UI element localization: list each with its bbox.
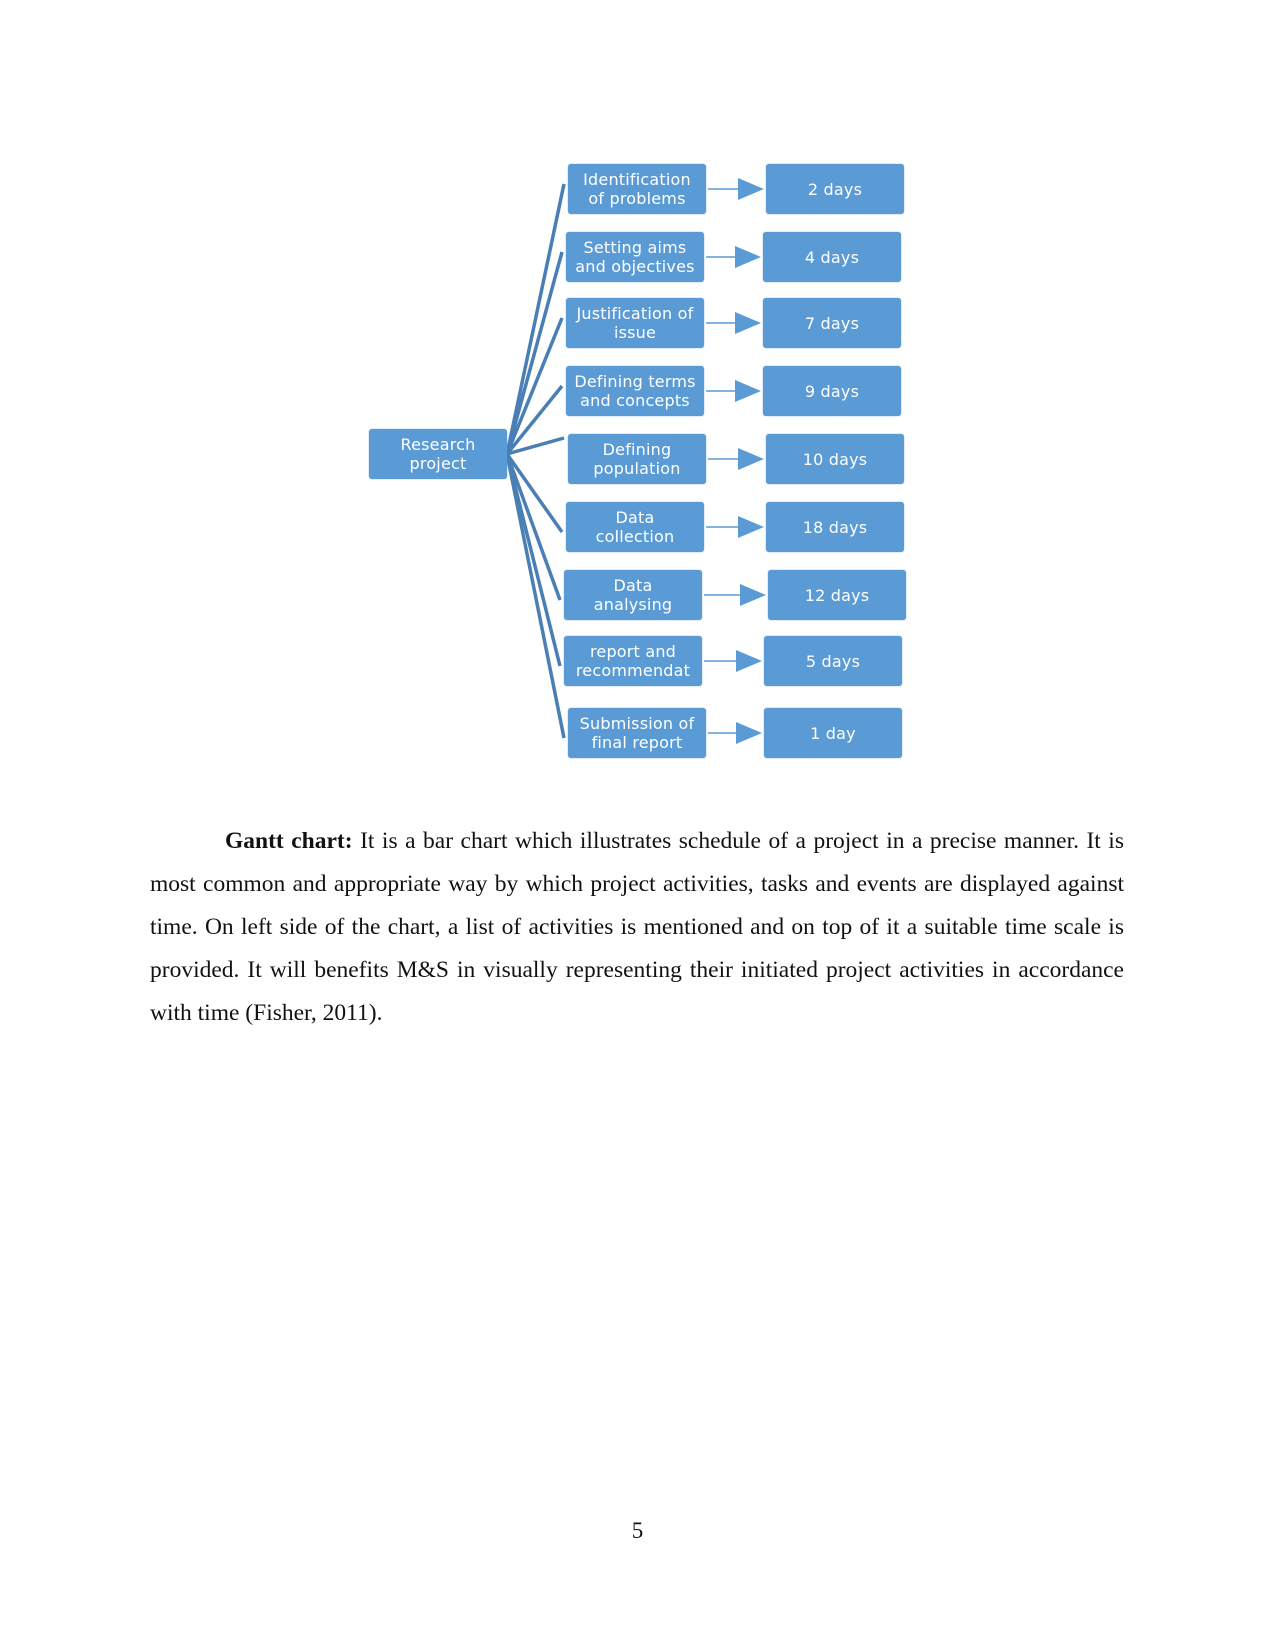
research-project-diagram: Research project Identification of probl…	[0, 0, 1275, 780]
duration-label: 9 days	[804, 381, 860, 401]
root-label: Research project	[400, 435, 476, 473]
task-node: Submission of final report	[568, 708, 706, 758]
duration-label: 1 day	[810, 723, 856, 743]
duration-node: 2 days	[766, 164, 904, 214]
arrow-head-icon	[736, 650, 762, 672]
duration-label: 4 days	[804, 247, 860, 267]
duration-node: 10 days	[766, 434, 904, 484]
duration-label: 12 days	[804, 585, 870, 605]
paragraph-body: It is a bar chart which illustrates sche…	[150, 828, 1124, 1026]
root-node-research-project: Research project	[369, 429, 507, 479]
arrow-head-icon	[735, 246, 761, 268]
arrow-head-icon	[738, 516, 764, 538]
task-node: Justification of issue	[566, 298, 704, 348]
arrow-head-icon	[735, 312, 761, 334]
task-node: Setting aims and objectives	[566, 232, 704, 282]
task-label: Justification of issue	[576, 304, 694, 342]
arrow-head-icon	[738, 448, 764, 470]
task-label: Data collection	[595, 508, 675, 546]
task-label: Setting aims and objectives	[575, 238, 695, 276]
task-node: report and recommendat	[564, 636, 702, 686]
branch-line	[505, 183, 566, 455]
branch-line	[505, 317, 564, 455]
page-number: 5	[631, 1518, 644, 1543]
duration-label: 10 days	[802, 449, 868, 469]
arrow-head-icon	[735, 380, 761, 402]
branch-line	[505, 251, 564, 455]
task-label: report and recommendat	[575, 642, 691, 680]
duration-node: 18 days	[766, 502, 904, 552]
arrow-head-icon	[740, 584, 766, 606]
task-node: Data analysing	[564, 570, 702, 620]
duration-node: 4 days	[763, 232, 901, 282]
duration-node: 12 days	[768, 570, 906, 620]
duration-label: 5 days	[805, 651, 861, 671]
task-node: Defining population	[568, 434, 706, 484]
task-node: Data collection	[566, 502, 704, 552]
duration-label: 2 days	[807, 179, 863, 199]
duration-node: 7 days	[763, 298, 901, 348]
task-node: Identification of problems	[568, 164, 706, 214]
duration-node: 5 days	[764, 636, 902, 686]
arrow-head-icon	[736, 722, 762, 744]
task-label: Data analysing	[593, 576, 673, 614]
paragraph-heading: Gantt chart:	[225, 828, 353, 854]
task-label: Identification of problems	[583, 170, 691, 208]
task-label: Submission of final report	[579, 714, 695, 752]
duration-node: 9 days	[763, 366, 901, 416]
task-label: Defining terms and concepts	[574, 372, 696, 410]
arrow-head-icon	[738, 178, 764, 200]
gantt-chart-paragraph: Gantt chart: It is a bar chart which ill…	[150, 820, 1124, 1035]
task-label: Defining population	[593, 440, 681, 478]
task-node: Defining terms and concepts	[566, 366, 704, 416]
duration-label: 18 days	[802, 517, 868, 537]
duration-label: 7 days	[804, 313, 860, 333]
duration-node: 1 day	[764, 708, 902, 758]
